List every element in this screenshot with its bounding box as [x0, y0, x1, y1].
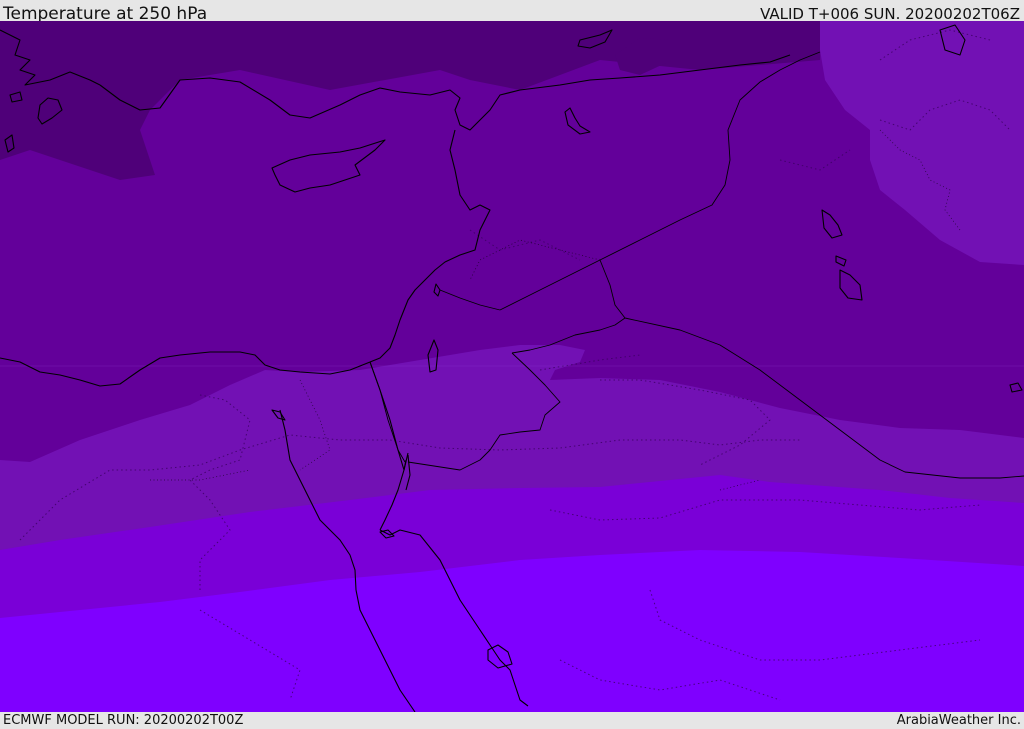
- map-canvas: [0, 21, 1024, 712]
- footer-bar: ECMWF MODEL RUN: 20200202T00Z ArabiaWeat…: [0, 712, 1024, 729]
- weather-map[interactable]: [0, 21, 1024, 712]
- header-bar: Temperature at 250 hPa VALID T+006 SUN. …: [0, 0, 1024, 24]
- model-run-label: ECMWF MODEL RUN: 20200202T00Z: [3, 713, 244, 728]
- credit-label: ArabiaWeather Inc.: [896, 713, 1021, 728]
